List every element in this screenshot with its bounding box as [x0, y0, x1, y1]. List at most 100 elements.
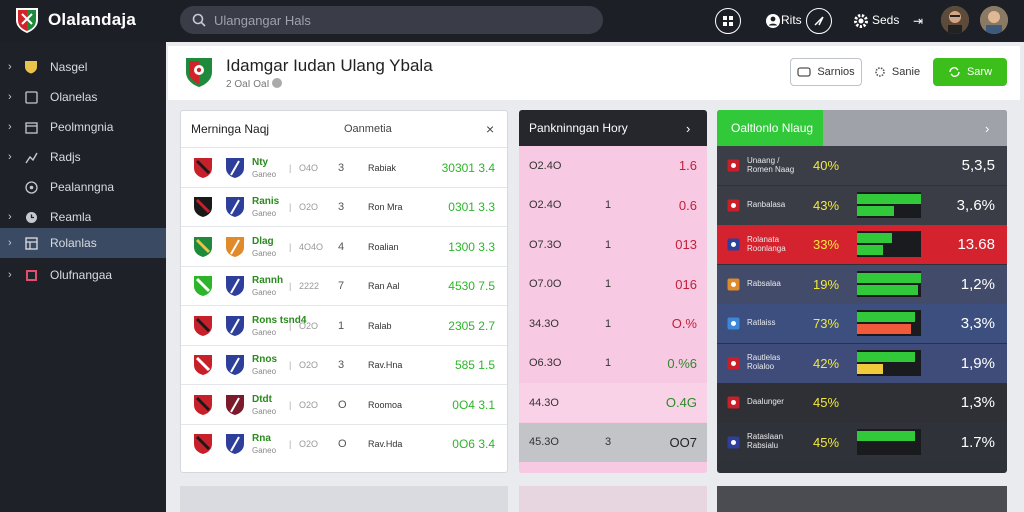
sidebar-item-1[interactable]: › Nasgel	[0, 52, 166, 82]
close-icon[interactable]: ×	[486, 121, 494, 137]
avatar-secondary[interactable]	[980, 6, 1008, 34]
prediction-value[interactable]: 1.6	[679, 146, 697, 185]
match-odds[interactable]: 0301 3.3	[448, 188, 495, 227]
reflection-predictions	[519, 486, 707, 512]
table-row[interactable]: Rataslaan Rabsialu 45% 1.7%	[717, 422, 1007, 462]
table-icon	[24, 236, 38, 250]
plain-button[interactable]: Sanie	[872, 58, 922, 86]
prediction-value[interactable]: O.4G	[666, 383, 697, 422]
away-crest-icon	[225, 306, 245, 345]
logout-icon[interactable]: ⇥	[905, 8, 931, 34]
table-row[interactable]: Nty Ganeo | O4O 3 Rabiak 30301 3.4	[181, 147, 507, 186]
team-subtitle: Ganeo	[252, 406, 277, 416]
team-crest-icon	[727, 396, 740, 409]
gear-icon[interactable]	[848, 8, 874, 34]
table-row[interactable]: Rautlelas Rolaloo 42% 1,9%	[717, 343, 1007, 383]
prediction-panel: Pankninngan Hory › O2.4O 1.6 O2.4O 1 0.6…	[519, 110, 707, 473]
away-crest-icon	[225, 346, 245, 385]
secondary-button[interactable]: Sarnios	[790, 58, 862, 86]
sidebar-item-4[interactable]: › Radjs	[0, 142, 166, 172]
stat-value[interactable]: 5,3,5	[962, 146, 995, 185]
table-row[interactable]: Rolanata Roonlanga 33% 13.68	[717, 225, 1007, 264]
team-name: Rnos	[252, 354, 277, 365]
prediction-value[interactable]: 0.6	[679, 186, 697, 225]
chevron-right-icon[interactable]: ›	[985, 121, 989, 136]
table-row[interactable]: Ranbalasa 43% 3,.6%	[717, 185, 1007, 225]
match-odds[interactable]: 1300 3.3	[448, 227, 495, 266]
chevron-right-icon[interactable]: ›	[686, 121, 690, 136]
table-row[interactable]: Rna Ganeo | O2O O Rav.Hda 0O6 3.4	[181, 423, 507, 464]
table-row[interactable]: Dlag Ganeo | 4O4O 4 Roalian 1300 3.3	[181, 226, 507, 265]
stat-bar	[857, 324, 911, 334]
stat-value[interactable]: 1,2%	[961, 265, 995, 304]
search-bar[interactable]	[180, 6, 603, 34]
match-odds[interactable]: 30301 3.4	[442, 148, 495, 187]
sidebar-item-8[interactable]: › Olufnangaa	[0, 260, 166, 290]
prediction-count: 1	[605, 238, 612, 251]
avatar[interactable]	[941, 6, 969, 34]
prediction-value[interactable]: O.%	[672, 304, 697, 343]
primary-button[interactable]: Sarw	[933, 58, 1007, 86]
home-crest-icon	[193, 188, 213, 227]
stat-bar	[857, 272, 921, 283]
stat-value[interactable]: 1,3%	[961, 383, 995, 422]
table-row[interactable]: Ranis Ganeo | O2O 3 Ron Mra 0301 3.3	[181, 186, 507, 227]
stat-value[interactable]: 1,9%	[961, 344, 995, 383]
table-row[interactable]: O7.0O 1 016	[519, 265, 707, 304]
table-row[interactable]: O6.3O 1 0.%6	[519, 344, 707, 383]
sidebar-item-label: Olufnangaa	[50, 268, 113, 282]
compass-icon[interactable]	[806, 8, 832, 34]
match-odds[interactable]: 585 1.5	[455, 346, 495, 385]
search-input[interactable]	[214, 12, 574, 28]
table-row[interactable]: Daalunger 45% 1,3%	[717, 383, 1007, 422]
shield-logo-icon	[16, 8, 38, 33]
sidebar: › Nasgel › Olanelas › Peolmngnia › Radjs…	[0, 42, 166, 512]
stat-value[interactable]: 3,.6%	[957, 186, 995, 225]
stat-value[interactable]: 3,3%	[961, 304, 995, 343]
secondary-button-label: Sarnios	[817, 66, 855, 78]
grid-icon[interactable]	[715, 8, 741, 34]
team-name: Nty	[252, 156, 269, 168]
match-odds[interactable]: 2305 2.7	[448, 306, 495, 345]
stat-value[interactable]: 1.7%	[961, 423, 995, 462]
match-time: O4O	[299, 162, 319, 173]
table-row[interactable]: 45.3O 3 OO7	[519, 422, 707, 462]
table-row[interactable]: Dtdt Ganeo | O2O O Roomoa 0O4 3.1	[181, 384, 507, 423]
table-row[interactable]: O7.3O 1 013	[519, 225, 707, 264]
stat-bar-track	[857, 349, 921, 376]
team-crest-icon	[727, 357, 740, 369]
prediction-time: O6.3O	[529, 357, 562, 369]
table-row[interactable]: O2.4O 1 0.6	[519, 186, 707, 225]
team-crest-icon	[727, 159, 740, 172]
sidebar-item-5[interactable]: Pealanngna	[0, 172, 166, 202]
stat-bar	[857, 233, 892, 243]
table-row[interactable]: Rannh Ganeo | 2222 7 Ran Aal 4530 7.5	[181, 265, 507, 306]
chevron-right-icon: ›	[8, 151, 12, 163]
table-row[interactable]: Rons tsnd4 Ganeo | O2O 1 Ralab 2305 2.7	[181, 305, 507, 344]
table-row[interactable]: O2.4O 1.6	[519, 146, 707, 185]
prediction-value[interactable]: 013	[675, 225, 697, 264]
stats-panel-title: Oaltlonlo Nlaug	[731, 121, 814, 135]
top-bar: Olalandaja Rits Seds ⇥	[0, 0, 1024, 42]
table-row[interactable]: Unaang / Romen Naag 40% 5,3,5	[717, 146, 1007, 185]
brand[interactable]: Olalandaja	[14, 6, 136, 34]
stat-bar	[857, 193, 921, 204]
match-odds[interactable]: 4530 7.5	[448, 267, 495, 306]
table-row[interactable]: 44.3O O.4G	[519, 383, 707, 422]
sidebar-item-7[interactable]: › Rolanlas	[0, 228, 166, 258]
table-row[interactable]: 34.3O 1 O.%	[519, 304, 707, 343]
table-row[interactable]: Rnos Ganeo | O2O 3 Rav.Hna 585 1.5	[181, 344, 507, 385]
table-row[interactable]: Ratlaiss 73% 3,3%	[717, 304, 1007, 343]
table-row[interactable]: Rabsalaa 19% 1,2%	[717, 264, 1007, 304]
sidebar-item-3[interactable]: › Peolmngnia	[0, 112, 166, 142]
prediction-value[interactable]: 016	[675, 265, 697, 304]
prediction-value[interactable]: 0.%6	[667, 344, 697, 383]
sidebar-item-2[interactable]: › Olanelas	[0, 82, 166, 112]
match-count: 7	[338, 280, 345, 292]
info-icon	[272, 78, 283, 88]
stat-value[interactable]: 13.68	[957, 225, 995, 264]
match-odds[interactable]: 0O4 3.1	[452, 385, 495, 424]
clock-icon	[24, 210, 38, 224]
prediction-value[interactable]: OO7	[670, 423, 697, 462]
match-odds[interactable]: 0O6 3.4	[452, 425, 495, 464]
